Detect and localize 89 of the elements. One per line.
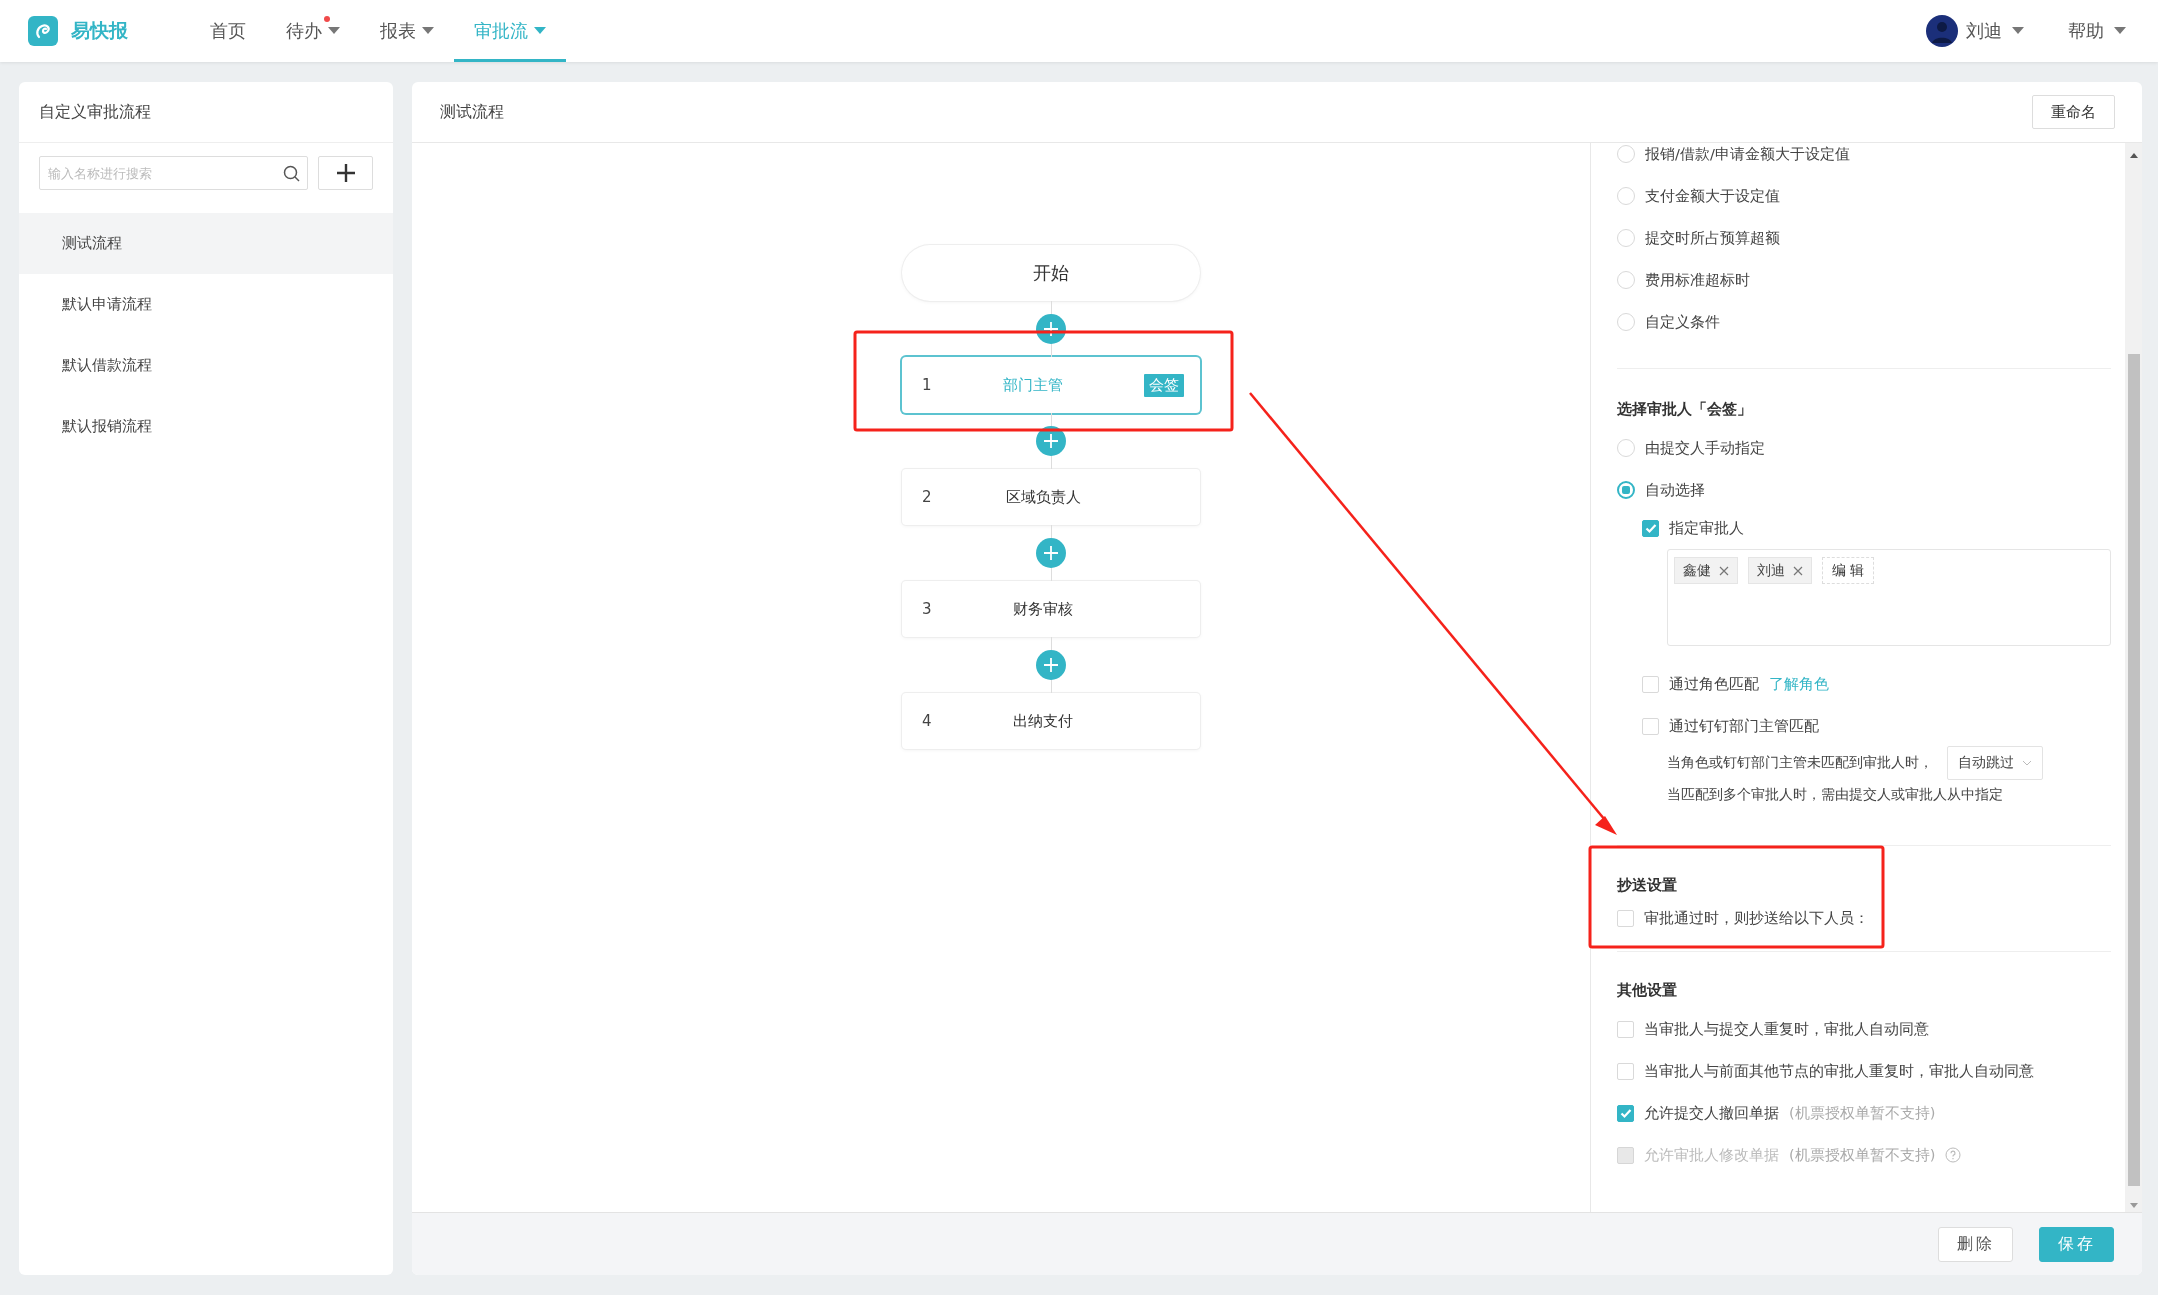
option-label: 报销/借款/申请金额大于设定值 [1645, 144, 1850, 164]
option-label: 当审批人与前面其他节点的审批人重复时，审批人自动同意 [1644, 1061, 2034, 1081]
workflow-item[interactable]: 默认借款流程 [19, 335, 393, 396]
option-label: 提交时所占预算超额 [1645, 228, 1780, 248]
option-label: 通过钉钉部门主管匹配 [1669, 716, 1819, 736]
plus-icon [335, 163, 356, 183]
approver-box[interactable]: 鑫健 刘迪 编 辑 [1667, 549, 2111, 646]
add-button[interactable] [318, 156, 373, 190]
radio-button[interactable] [1617, 271, 1635, 289]
tag-label: 刘迪 [1757, 561, 1785, 580]
flow-node[interactable]: 2 区域负责人 [902, 469, 1200, 525]
help-menu[interactable]: 帮助 [2068, 19, 2126, 43]
add-node-button[interactable] [1036, 426, 1066, 456]
tag-label: 鑫健 [1683, 561, 1711, 580]
search-field[interactable]: 输入名称进行搜索 [39, 156, 308, 190]
chevron-icon [2022, 760, 2032, 766]
radio-button[interactable] [1617, 145, 1635, 163]
option-label: 由提交人手动指定 [1645, 438, 1765, 458]
delete-button[interactable]: 删除 [1938, 1226, 2013, 1262]
option-label: 审批通过时，则抄送给以下人员： [1644, 908, 1869, 928]
node-name: 出纳支付 [1012, 711, 1074, 731]
node-name: 部门主管 [1002, 375, 1064, 395]
countersign-tag: 会签 [1144, 373, 1184, 397]
node-number: 4 [922, 712, 933, 730]
checkbox[interactable] [1642, 519, 1659, 537]
checkbox[interactable] [1617, 909, 1634, 927]
edit-button[interactable]: 编 辑 [1822, 557, 1875, 584]
radio-button[interactable] [1617, 187, 1635, 205]
add-node-button[interactable] [1036, 314, 1066, 344]
option-label: 允许审批人修改单据 [1644, 1145, 1779, 1165]
radio-button[interactable] [1617, 313, 1635, 331]
checkbox[interactable] [1617, 1104, 1634, 1122]
caret-icon [2012, 27, 2024, 35]
note-text: 当匹配到多个审批人时，需由提交人或审批人从中指定 [1667, 786, 2003, 804]
panel-title: 自定义审批流程 [19, 82, 393, 143]
node-number: 3 [922, 600, 933, 618]
checkbox[interactable] [1642, 675, 1659, 693]
add-node-button[interactable] [1036, 650, 1066, 680]
flow-node[interactable]: 4 出纳支付 [902, 693, 1200, 749]
brand-name: 易快报 [71, 18, 128, 43]
section-title: 选择审批人「会签」 [1617, 399, 1753, 419]
rename-button[interactable]: 重命名 [2032, 95, 2115, 129]
option-label: 通过角色匹配 [1669, 674, 1759, 694]
option-label: 自动选择 [1645, 480, 1705, 500]
checkbox[interactable] [1617, 1062, 1634, 1080]
remove-icon[interactable] [1719, 565, 1729, 576]
plus-icon [1043, 545, 1059, 561]
checkbox[interactable] [1617, 1020, 1634, 1038]
plus-icon [1043, 433, 1059, 449]
node-name: 财务审核 [1012, 599, 1074, 619]
section-title: 其他设置 [1617, 980, 1678, 1000]
search-icon [283, 165, 300, 182]
scrollbar[interactable] [2125, 143, 2142, 1212]
flow-node[interactable]: 1 部门主管 会签 [902, 357, 1200, 413]
remove-icon[interactable] [1793, 565, 1803, 576]
radio-button[interactable] [1617, 481, 1635, 499]
workflow-item[interactable]: 默认申请流程 [19, 274, 393, 335]
add-node-button[interactable] [1036, 538, 1066, 568]
checkbox[interactable] [1642, 717, 1659, 735]
nav-tab[interactable]: 报表 [360, 0, 454, 62]
option-hint: (机票授权单暂不支持) [1789, 1103, 1936, 1123]
fallback-text: 当角色或钉钉部门主管未匹配到审批人时， [1667, 754, 1933, 772]
caret-icon [2114, 27, 2126, 35]
workflow-title: 测试流程 [440, 101, 504, 123]
workflow-item[interactable]: 测试流程 [19, 213, 393, 274]
workflow-item[interactable]: 默认报销流程 [19, 396, 393, 457]
flow-node[interactable]: 3 财务审核 [902, 581, 1200, 637]
option-label: 允许提交人撤回单据 [1644, 1103, 1779, 1123]
option-label: 费用标准超标时 [1645, 270, 1750, 290]
plus-icon [1043, 657, 1059, 673]
option-hint: (机票授权单暂不支持) [1789, 1145, 1936, 1165]
nav-tab[interactable]: 首页 [190, 0, 266, 62]
radio-button[interactable] [1617, 229, 1635, 247]
node-number: 1 [922, 376, 933, 394]
option-label: 当审批人与提交人重复时，审批人自动同意 [1644, 1019, 1929, 1039]
nav-tab[interactable]: 待办 [266, 0, 360, 62]
logo-icon [28, 16, 58, 46]
fallback-select[interactable]: 自动跳过 [1947, 746, 2043, 780]
radio-button[interactable] [1617, 439, 1635, 457]
start-node[interactable]: 开始 [902, 245, 1200, 301]
node-name: 区域负责人 [1004, 487, 1082, 507]
node-number: 2 [922, 488, 933, 506]
section-title: 抄送设置 [1617, 875, 1678, 895]
plus-icon [1043, 321, 1059, 337]
user-menu[interactable]: 刘迪 [1966, 19, 2024, 43]
option-label: 支付金额大于设定值 [1645, 186, 1780, 206]
option-label: 自定义条件 [1645, 312, 1720, 332]
avatar-icon[interactable] [1926, 15, 1958, 47]
option-label: 指定审批人 [1669, 518, 1744, 538]
